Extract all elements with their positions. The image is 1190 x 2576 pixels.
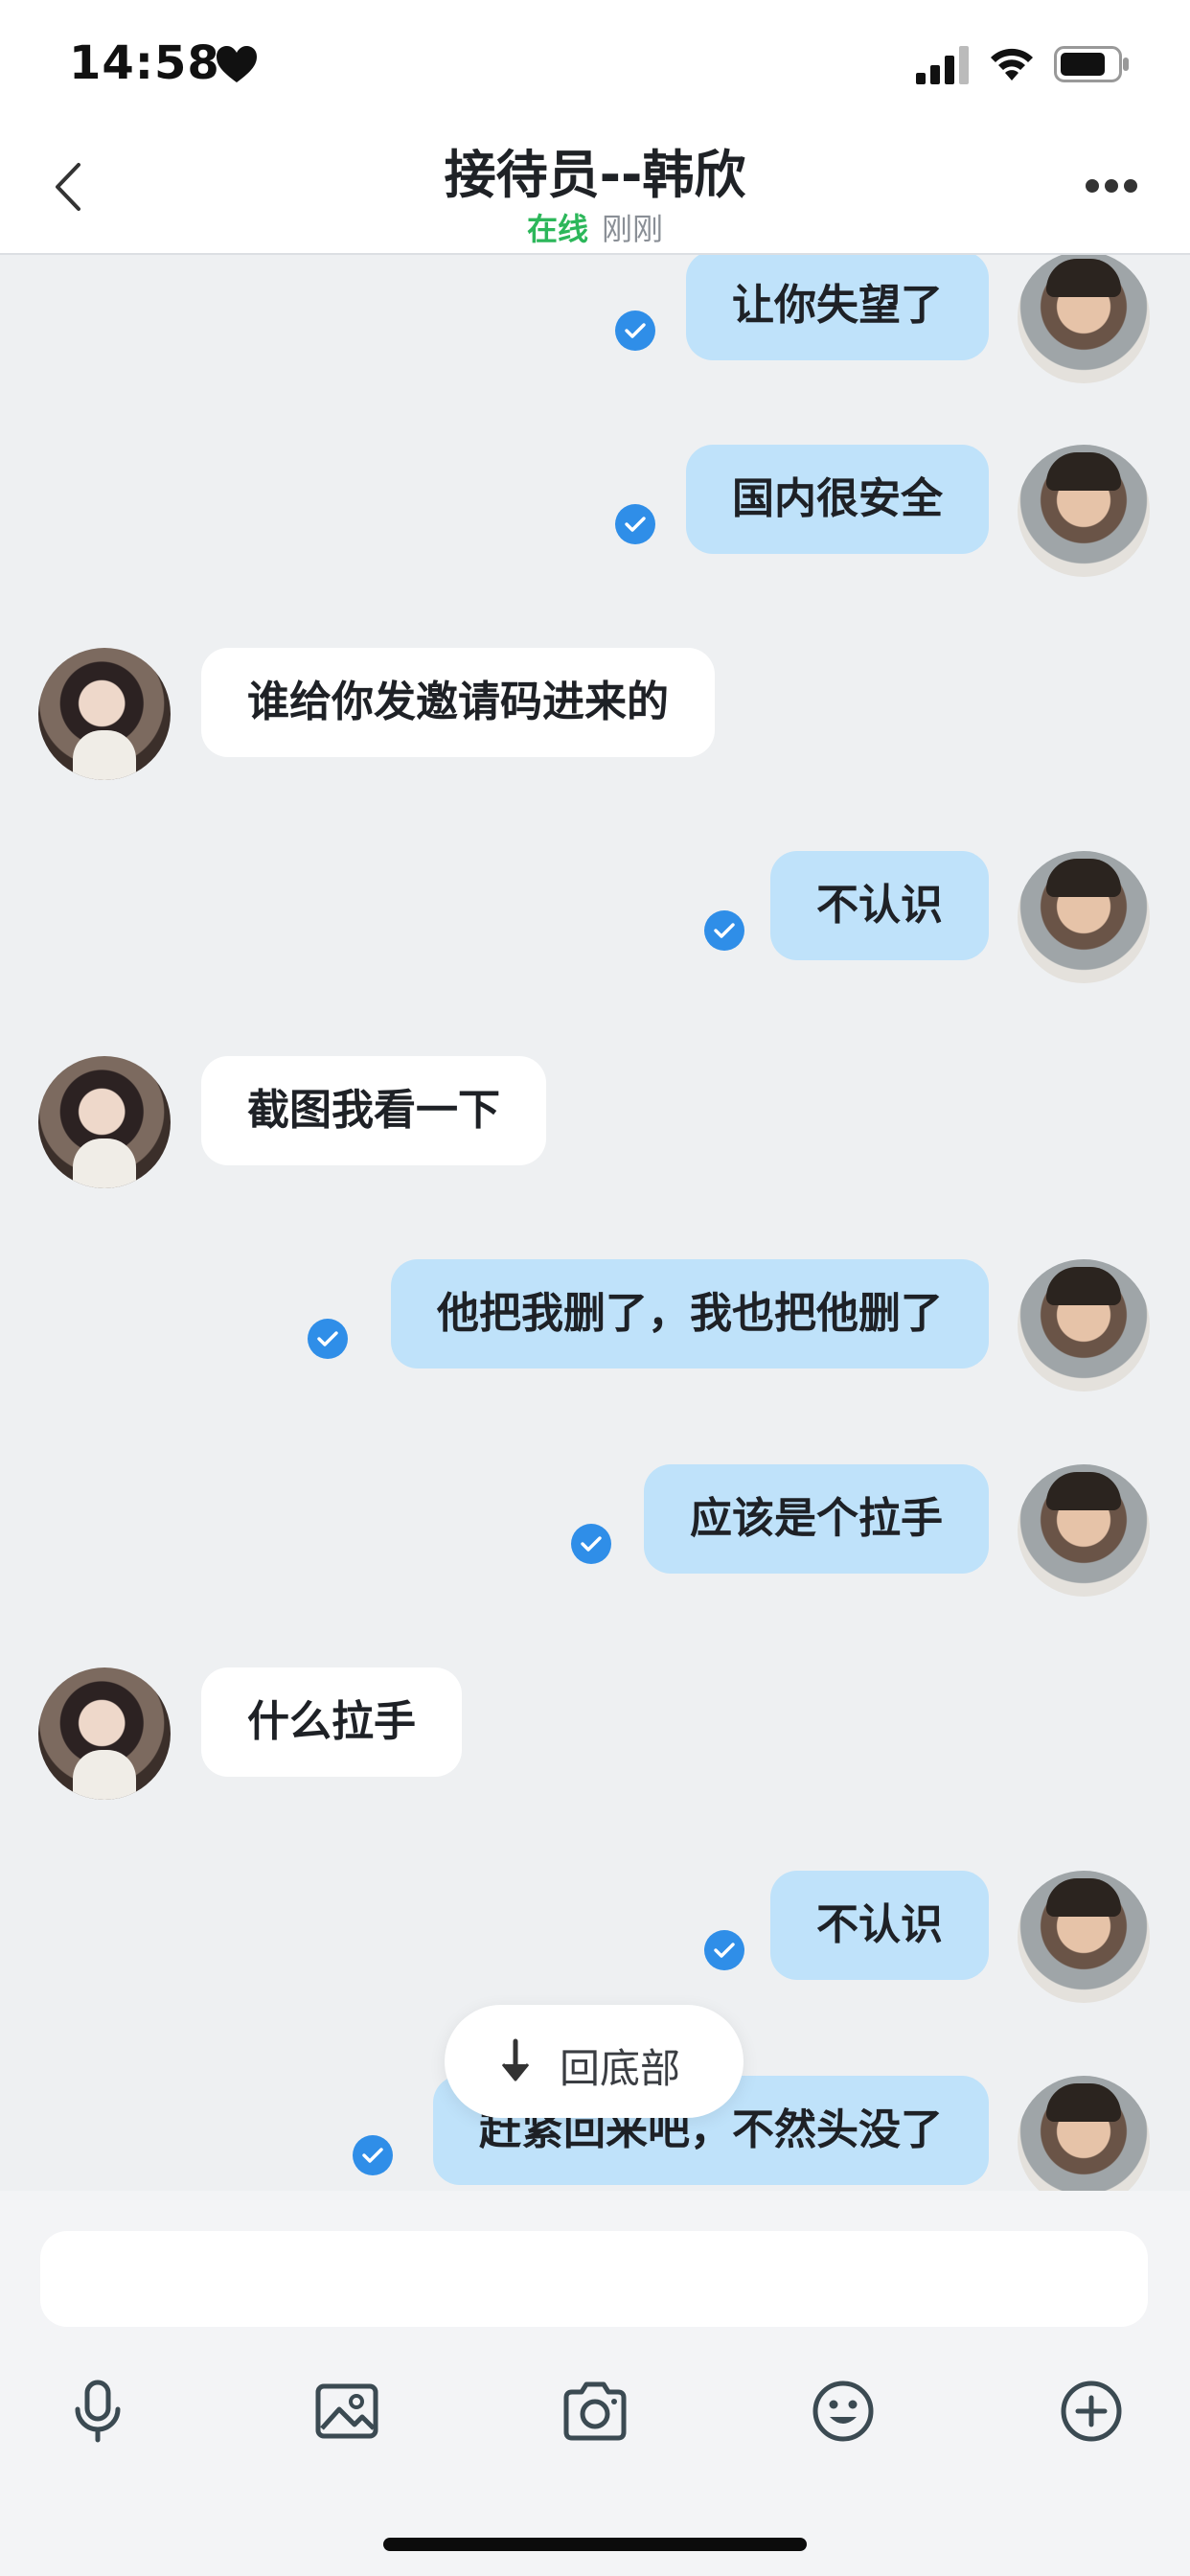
composer-bar	[0, 2191, 1190, 2576]
battery-icon	[1054, 46, 1129, 82]
home-indicator[interactable]	[383, 2538, 807, 2551]
message-bubble[interactable]: 什么拉手	[201, 1668, 462, 1777]
message-bubble[interactable]: 谁给你发邀请码进来的	[201, 648, 715, 757]
read-check-icon	[704, 1930, 744, 1970]
camera-icon[interactable]	[557, 2373, 633, 2450]
avatar[interactable]	[1018, 1259, 1150, 1392]
avatar[interactable]	[1018, 1464, 1150, 1597]
avatar[interactable]	[1018, 445, 1150, 577]
message-bubble[interactable]: 国内很安全	[686, 445, 989, 554]
emoji-icon[interactable]	[805, 2373, 881, 2450]
message-outgoing: 不认识	[0, 851, 1190, 985]
read-check-icon	[571, 1524, 611, 1564]
message-bubble[interactable]: 应该是个拉手	[644, 1464, 989, 1574]
plus-icon[interactable]	[1053, 2373, 1130, 2450]
status-bar: 14:58	[0, 0, 1190, 125]
avatar[interactable]	[38, 1668, 171, 1800]
online-status: 在线	[526, 211, 588, 247]
message-outgoing: 他把我删了，我也把他删了	[0, 1259, 1190, 1393]
image-icon[interactable]	[309, 2373, 385, 2450]
read-check-icon	[615, 504, 655, 544]
read-check-icon	[353, 2135, 393, 2175]
message-incoming: 什么拉手	[0, 1668, 1190, 1802]
scroll-to-bottom-label: 回底部	[560, 2045, 681, 2092]
cellular-signal-icon	[916, 46, 969, 84]
last-seen: 刚刚	[602, 211, 664, 247]
avatar[interactable]	[1018, 851, 1150, 983]
read-check-icon	[704, 910, 744, 951]
message-bubble[interactable]: 截图我看一下	[201, 1056, 546, 1165]
message-list[interactable]: 让你失望了 国内很安全 谁给你发邀请码进来的 不认识 截图我看一下 他把我删了，…	[0, 255, 1190, 2191]
chat-title[interactable]: 接待员--韩欣	[0, 132, 1190, 208]
message-input[interactable]	[40, 2231, 1148, 2327]
message-incoming: 截图我看一下	[0, 1056, 1190, 1190]
avatar[interactable]	[1018, 1871, 1150, 2003]
more-options-icon[interactable]	[1083, 167, 1140, 205]
avatar[interactable]	[1018, 2076, 1150, 2191]
message-outgoing: 国内很安全	[0, 445, 1190, 579]
message-outgoing: 不认识	[0, 1871, 1190, 2005]
message-bubble[interactable]: 让你失望了	[686, 255, 989, 360]
message-bubble[interactable]: 他把我删了，我也把他删了	[391, 1259, 989, 1368]
status-time: 14:58	[69, 36, 220, 90]
arrow-down-icon	[501, 2038, 530, 2082]
presence-status: 在线 刚刚	[0, 205, 1190, 249]
message-bubble[interactable]: 不认识	[770, 1871, 989, 1980]
message-bubble[interactable]: 不认识	[770, 851, 989, 960]
message-incoming: 谁给你发邀请码进来的	[0, 648, 1190, 782]
read-check-icon	[615, 310, 655, 351]
avatar[interactable]	[38, 1056, 171, 1188]
scroll-to-bottom-button[interactable]: 回底部	[445, 2005, 744, 2118]
read-check-icon	[308, 1319, 348, 1359]
heart-icon	[217, 46, 257, 82]
message-outgoing: 让你失望了	[0, 255, 1190, 385]
avatar[interactable]	[1018, 255, 1150, 383]
message-outgoing: 应该是个拉手	[0, 1464, 1190, 1598]
avatar[interactable]	[38, 648, 171, 780]
microphone-icon[interactable]	[59, 2373, 136, 2450]
wifi-icon	[991, 48, 1033, 80]
chat-header: 接待员--韩欣 在线 刚刚	[0, 125, 1190, 255]
